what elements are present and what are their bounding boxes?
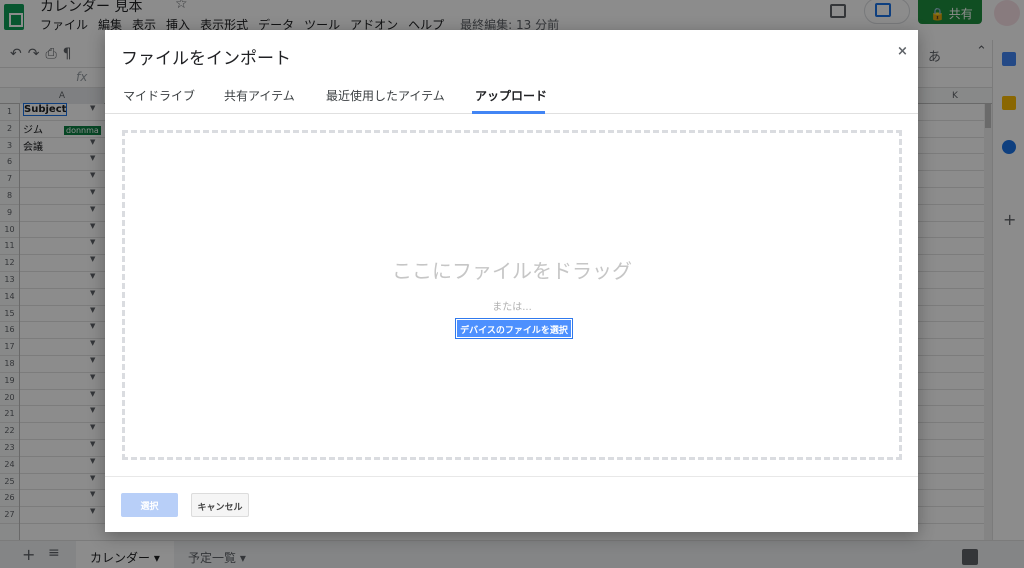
tab-shared[interactable]: 共有アイテム xyxy=(224,87,295,104)
tab-my-drive[interactable]: マイドライブ xyxy=(123,87,195,104)
dialog-tabs: マイドライブ 共有アイテム 最近使用したアイテム アップロード xyxy=(105,80,918,114)
file-drop-zone[interactable]: ここにファイルをドラッグ または... デバイスのファイルを選択 xyxy=(122,130,902,460)
close-icon[interactable]: × xyxy=(897,44,908,59)
select-device-file-button[interactable]: デバイスのファイルを選択 xyxy=(455,318,573,339)
cancel-button[interactable]: キャンセル xyxy=(191,493,249,517)
import-file-dialog: ファイルをインポート × マイドライブ 共有アイテム 最近使用したアイテム アッ… xyxy=(105,30,918,532)
tab-recent[interactable]: 最近使用したアイテム xyxy=(326,87,445,104)
footer-divider xyxy=(105,476,918,477)
or-text: または... xyxy=(492,302,532,313)
active-tab-indicator xyxy=(472,111,545,114)
select-button[interactable]: 選択 xyxy=(121,493,178,517)
drop-text: ここにファイルをドラッグ xyxy=(392,259,632,283)
tab-upload[interactable]: アップロード xyxy=(475,87,547,104)
dialog-title: ファイルをインポート xyxy=(121,49,291,69)
